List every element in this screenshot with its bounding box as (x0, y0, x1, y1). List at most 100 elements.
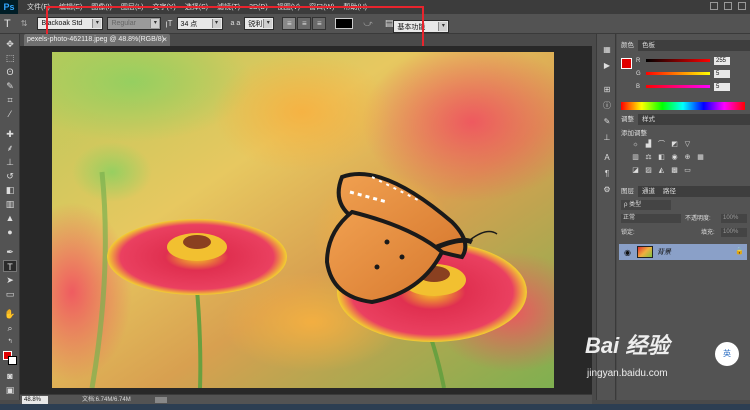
pen-tool-icon[interactable]: ✒ (3, 246, 17, 258)
actions-icon[interactable]: ▶ (601, 60, 613, 72)
type-tool-preset-icon[interactable]: T (4, 18, 11, 30)
tab-adjustments[interactable]: 调整 (617, 114, 638, 125)
orientation-toggle-icon[interactable]: ⇅ (21, 19, 28, 28)
clone-stamp-tool-icon[interactable]: ⊥ (3, 156, 17, 168)
brightness-icon[interactable]: ☼ (631, 140, 640, 149)
type-tool-icon[interactable]: T (3, 260, 17, 272)
healing-brush-tool-icon[interactable]: ✚ (3, 128, 17, 140)
channel-g-value[interactable]: 5 (714, 69, 730, 78)
zoom-tool-icon[interactable]: ⌕ (3, 322, 17, 334)
document-tab-title: pexels-photo-462118.jpeg @ 48.8%(RGB/8) (27, 36, 164, 43)
maximize-button[interactable] (724, 2, 732, 10)
channel-b-slider[interactable] (646, 85, 710, 88)
eraser-tool-icon[interactable]: ◧ (3, 184, 17, 196)
gradient-tool-icon[interactable]: ▥ (3, 198, 17, 210)
brush-tool-icon[interactable]: ⸙ (3, 142, 17, 154)
document-tab[interactable]: pexels-photo-462118.jpeg @ 48.8%(RGB/8) … (24, 34, 170, 46)
window-controls (710, 2, 746, 10)
fill-field[interactable]: 100% (721, 228, 747, 237)
color-panel-tabs: 颜色 色板 (617, 40, 750, 51)
move-tool-icon[interactable]: ✥ (3, 38, 17, 50)
crop-tool-icon[interactable]: ⌗ (3, 94, 17, 106)
status-bar: 48.8% 文档:6.74M/6.74M (20, 394, 592, 404)
photo-filter-icon[interactable]: ◉ (670, 153, 679, 162)
layer-filter-select[interactable]: ρ 类型 (621, 200, 671, 210)
info-icon[interactable]: ⓘ (601, 100, 613, 112)
panel-foreground-swatch[interactable] (621, 58, 632, 69)
channel-r-value[interactable]: 255 (714, 56, 730, 65)
lock-icon: 🔒 (735, 248, 744, 255)
channel-mixer-icon[interactable]: ⊕ (683, 153, 692, 162)
eyedropper-tool-icon[interactable]: ⁄ (3, 108, 17, 120)
eye-icon[interactable]: ◉ (624, 248, 631, 257)
close-icon[interactable]: × (162, 34, 167, 46)
channel-g-slider[interactable] (646, 72, 710, 75)
vibrance-icon[interactable]: ▽ (683, 140, 692, 149)
levels-icon[interactable]: ▟ (644, 140, 653, 149)
quick-select-tool-icon[interactable]: ✎ (3, 80, 17, 92)
zoom-field[interactable]: 48.8% (22, 396, 48, 404)
paragraph-icon[interactable]: ¶ (601, 168, 613, 180)
quick-mask-icon[interactable]: ◙ (3, 370, 17, 382)
tab-color[interactable]: 颜色 (617, 40, 638, 51)
shape-tool-icon[interactable]: ▭ (3, 288, 17, 300)
channel-r-label: R (636, 57, 641, 64)
clone-source-icon[interactable]: ⊥ (601, 132, 613, 144)
watermark-logo-text: Bai 经验 (585, 333, 670, 358)
photoshop-window: Ps 文件(F) 编辑(E) 图像(I) 图层(L) 文字(Y) 选择(S) 滤… (0, 0, 750, 410)
tool-presets-icon[interactable]: ⚙ (601, 184, 613, 196)
character-icon[interactable]: A (601, 152, 613, 164)
adjustment-icons-row-1: ☼ ▟ ⌒ ◩ ▽ (631, 140, 731, 149)
threshold-icon[interactable]: ◭ (657, 166, 666, 175)
channel-r-slider[interactable] (646, 59, 710, 62)
history-brush-tool-icon[interactable]: ↺ (3, 170, 17, 182)
minimize-button[interactable] (710, 2, 718, 10)
gradient-map-icon[interactable]: ▭ (683, 166, 692, 175)
invert-icon[interactable]: ◪ (631, 166, 640, 175)
color-balance-icon[interactable]: ⚖ (644, 153, 653, 162)
tab-paths[interactable]: 路径 (659, 186, 680, 197)
selective-color-icon[interactable]: ▩ (670, 166, 679, 175)
layer-thumbnail (637, 246, 653, 258)
swap-colors-icon[interactable]: ↰ (3, 336, 17, 348)
layer-name[interactable]: 背景 (657, 247, 671, 257)
os-taskbar (0, 404, 750, 410)
blend-mode-select[interactable]: 正常 (621, 214, 681, 223)
tools-panel: ✥ ⬚ ʘ ✎ ⌗ ⁄ ✚ ⸙ ⊥ ↺ ◧ ▥ ▲ ● ✒ T ➤ ▭ ✋ ⌕ … (0, 34, 20, 400)
brush-presets-icon[interactable]: ✎ (601, 116, 613, 128)
channel-b-label: B (636, 83, 641, 90)
opacity-label: 不透明度: (685, 216, 711, 222)
add-adjustment-label: 添加调整 (621, 130, 647, 137)
history-icon[interactable]: ▦ (601, 44, 613, 56)
screen-mode-icon[interactable]: ▣ (3, 384, 17, 396)
posterize-icon[interactable]: ▨ (644, 166, 653, 175)
black-white-icon[interactable]: ◧ (657, 153, 666, 162)
dodge-tool-icon[interactable]: ● (3, 226, 17, 238)
path-select-tool-icon[interactable]: ➤ (3, 274, 17, 286)
exposure-icon[interactable]: ◩ (670, 140, 679, 149)
tab-styles[interactable]: 样式 (638, 114, 659, 125)
tab-swatches[interactable]: 色板 (638, 40, 659, 51)
hand-tool-icon[interactable]: ✋ (3, 308, 17, 320)
lock-label: 锁定: (621, 230, 635, 236)
tab-layers[interactable]: 图层 (617, 186, 638, 197)
canvas-image[interactable] (52, 52, 554, 388)
opacity-field[interactable]: 100% (721, 214, 747, 223)
background-color-swatch[interactable] (8, 356, 17, 365)
channel-b-value[interactable]: 5 (714, 82, 730, 91)
blur-tool-icon[interactable]: ▲ (3, 212, 17, 224)
tab-channels[interactable]: 通道 (638, 186, 659, 197)
horizontal-scrollbar[interactable] (155, 397, 167, 403)
hue-saturation-icon[interactable]: ▥ (631, 153, 640, 162)
layer-row-background[interactable]: ◉ 背景 🔒 (619, 244, 747, 260)
close-window-button[interactable] (738, 2, 746, 10)
navigator-icon[interactable]: ⊞ (601, 84, 613, 96)
curves-icon[interactable]: ⌒ (657, 140, 666, 149)
lasso-tool-icon[interactable]: ʘ (3, 66, 17, 78)
baidu-jingyan-watermark: Bai 经验 jingyan.baidu.com 英 (585, 328, 745, 396)
ime-badge: 英 (715, 342, 739, 366)
channel-b-row: B 5 (636, 82, 736, 91)
marquee-tool-icon[interactable]: ⬚ (3, 52, 17, 64)
color-spectrum[interactable] (621, 102, 745, 110)
color-lookup-icon[interactable]: ▦ (696, 153, 705, 162)
